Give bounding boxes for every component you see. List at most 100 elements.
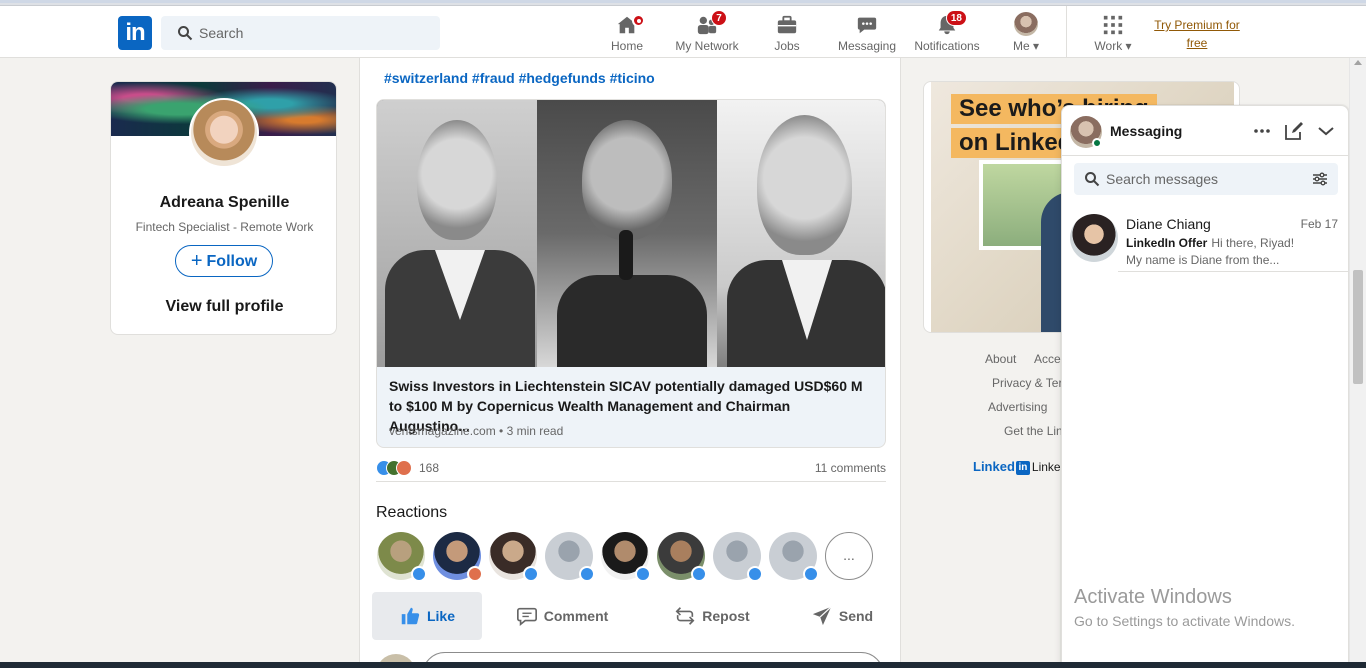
repost-icon (675, 607, 695, 625)
conversation-name: Diane Chiang (1126, 216, 1211, 232)
nav-my-network-label: My Network (675, 39, 739, 53)
profile-card: Adreana Spenille Fintech Specialist - Re… (110, 81, 337, 335)
messages-search-input[interactable] (1106, 163, 1306, 195)
conversation-tag: LinkedIn Offer (1126, 236, 1208, 250)
browser-accent (0, 0, 1366, 3)
like-mini-icon (747, 566, 763, 582)
global-nav: in Home 7 My Network Jobs Messaging 18 N… (0, 6, 1366, 58)
more-options-icon[interactable] (1250, 119, 1274, 143)
nav-me-label: Me (1012, 39, 1030, 53)
footer-brand-corp: Linke (1031, 460, 1061, 474)
comments-count[interactable]: 11 comments (815, 461, 886, 475)
network-badge: 7 (711, 10, 727, 26)
nav-notifications-label: Notifications (914, 39, 980, 53)
grid-icon (1103, 15, 1123, 35)
nav-messaging-label: Messaging (837, 39, 897, 53)
article-image-panel-2 (537, 100, 717, 367)
like-mini-icon (411, 566, 427, 582)
article-source: ventsmagazine.com • 3 min read (389, 424, 564, 438)
search-icon (1085, 172, 1100, 187)
conversation-avatar (1070, 214, 1118, 262)
nav-jobs-label: Jobs (774, 39, 800, 53)
like-label: Like (426, 608, 455, 624)
nav-divider (1066, 6, 1067, 58)
reactor-avatar[interactable] (377, 532, 427, 582)
conversation-date: Feb 17 (1300, 217, 1338, 231)
reactor-avatar[interactable] (657, 532, 707, 582)
conversation-preview-2: My name is Diane from the... (1126, 253, 1280, 267)
nav-home-label: Home (610, 39, 643, 53)
person-2-suit (557, 275, 707, 367)
like-mini-icon (635, 566, 651, 582)
compose-icon[interactable] (1282, 119, 1306, 143)
view-full-profile-link[interactable]: View full profile (111, 298, 336, 316)
try-premium-link[interactable]: Try Premium for free (1150, 16, 1244, 52)
scrollbar-thumb[interactable] (1353, 270, 1363, 384)
network-icon-wrap: 7 (695, 10, 727, 36)
premium-line2: free (1186, 36, 1208, 50)
chevron-down-icon: ▾ (1125, 39, 1132, 53)
nav-home[interactable]: Home (602, 10, 652, 54)
linkedin-logo[interactable]: in (118, 16, 152, 50)
reaction-count[interactable]: 168 (419, 461, 439, 475)
nav-notifications[interactable]: 18 Notifications (912, 10, 982, 54)
me-avatar (1014, 12, 1038, 36)
filter-icon[interactable] (1312, 171, 1328, 187)
reaction-icons[interactable] (376, 460, 416, 476)
article-preview[interactable]: Swiss Investors in Liechtenstein SICAV p… (376, 99, 886, 448)
messages-search[interactable] (1074, 163, 1338, 195)
person-1-head (417, 120, 497, 240)
like-mini-icon (803, 566, 819, 582)
reactor-avatar[interactable] (601, 532, 651, 582)
article-image-panel-1 (377, 100, 537, 367)
messaging-header[interactable]: Messaging (1062, 106, 1348, 156)
nav-work-label: Work (1094, 39, 1123, 53)
conversation-item[interactable]: Diane Chiang Feb 17 LinkedIn Offer Hi the… (1062, 210, 1348, 272)
nav-me[interactable]: Me ▾ (1004, 10, 1048, 54)
profile-avatar[interactable] (189, 98, 259, 168)
repost-button[interactable]: Repost (652, 592, 772, 640)
search-input[interactable] (199, 16, 429, 50)
nav-my-network[interactable]: 7 My Network (672, 10, 742, 54)
feed-post: #switzerland #fraud #hedgefunds #ticino … (359, 58, 901, 668)
nav-me-label-wrap: Me ▾ (1004, 39, 1048, 53)
send-button[interactable]: Send (782, 592, 902, 640)
page-scrollbar[interactable] (1349, 58, 1366, 668)
like-button[interactable]: Like (372, 592, 482, 640)
post-action-bar: Like Comment Repost Send (372, 592, 890, 640)
reactor-avatar[interactable] (713, 532, 763, 582)
post-hashtags[interactable]: #switzerland #fraud #hedgefunds #ticino (384, 70, 655, 86)
send-label: Send (838, 608, 874, 624)
like-mini-icon (523, 566, 539, 582)
nav-work[interactable]: Work ▾ (1086, 10, 1140, 54)
conversation-preview: LinkedIn Offer Hi there, Riyad! (1126, 236, 1294, 250)
repost-label: Repost (702, 608, 750, 624)
reactor-avatar[interactable] (433, 532, 483, 582)
home-notification-dot (632, 14, 645, 27)
more-reactors-button[interactable]: ... (825, 532, 873, 580)
chevron-down-icon: ▾ (1032, 39, 1040, 53)
nav-messaging[interactable]: Messaging (836, 10, 898, 54)
comment-button[interactable]: Comment (502, 592, 622, 640)
reactor-avatar[interactable] (769, 532, 819, 582)
conversation-divider (1118, 271, 1348, 272)
conversation-preview-1: Hi there, Riyad! (1211, 236, 1295, 250)
footer-brand-text: Linked (973, 459, 1015, 474)
footer-privacy-link[interactable]: Privacy & Ter (992, 376, 1062, 390)
windows-activation-watermark: Activate Windows Go to Settings to activ… (1074, 586, 1295, 629)
reactions-heading: Reactions (376, 504, 448, 521)
person-3-head (757, 115, 852, 255)
chevron-down-icon[interactable] (1314, 119, 1338, 143)
footer-about-link[interactable]: About (985, 352, 1016, 366)
comment-icon (516, 607, 537, 626)
reactor-avatar[interactable] (545, 532, 595, 582)
like-mini-icon (579, 566, 595, 582)
footer-advertising-link[interactable]: Advertising (988, 400, 1047, 414)
follow-button[interactable]: + Follow (175, 245, 273, 277)
reactor-avatar[interactable] (489, 532, 539, 582)
scroll-up-arrow[interactable] (1354, 60, 1362, 65)
nav-jobs[interactable]: Jobs (764, 10, 810, 54)
global-search[interactable] (161, 16, 440, 50)
profile-name[interactable]: Adreana Spenille (111, 194, 336, 212)
footer-get-app-link[interactable]: Get the Lin (1004, 424, 1063, 438)
